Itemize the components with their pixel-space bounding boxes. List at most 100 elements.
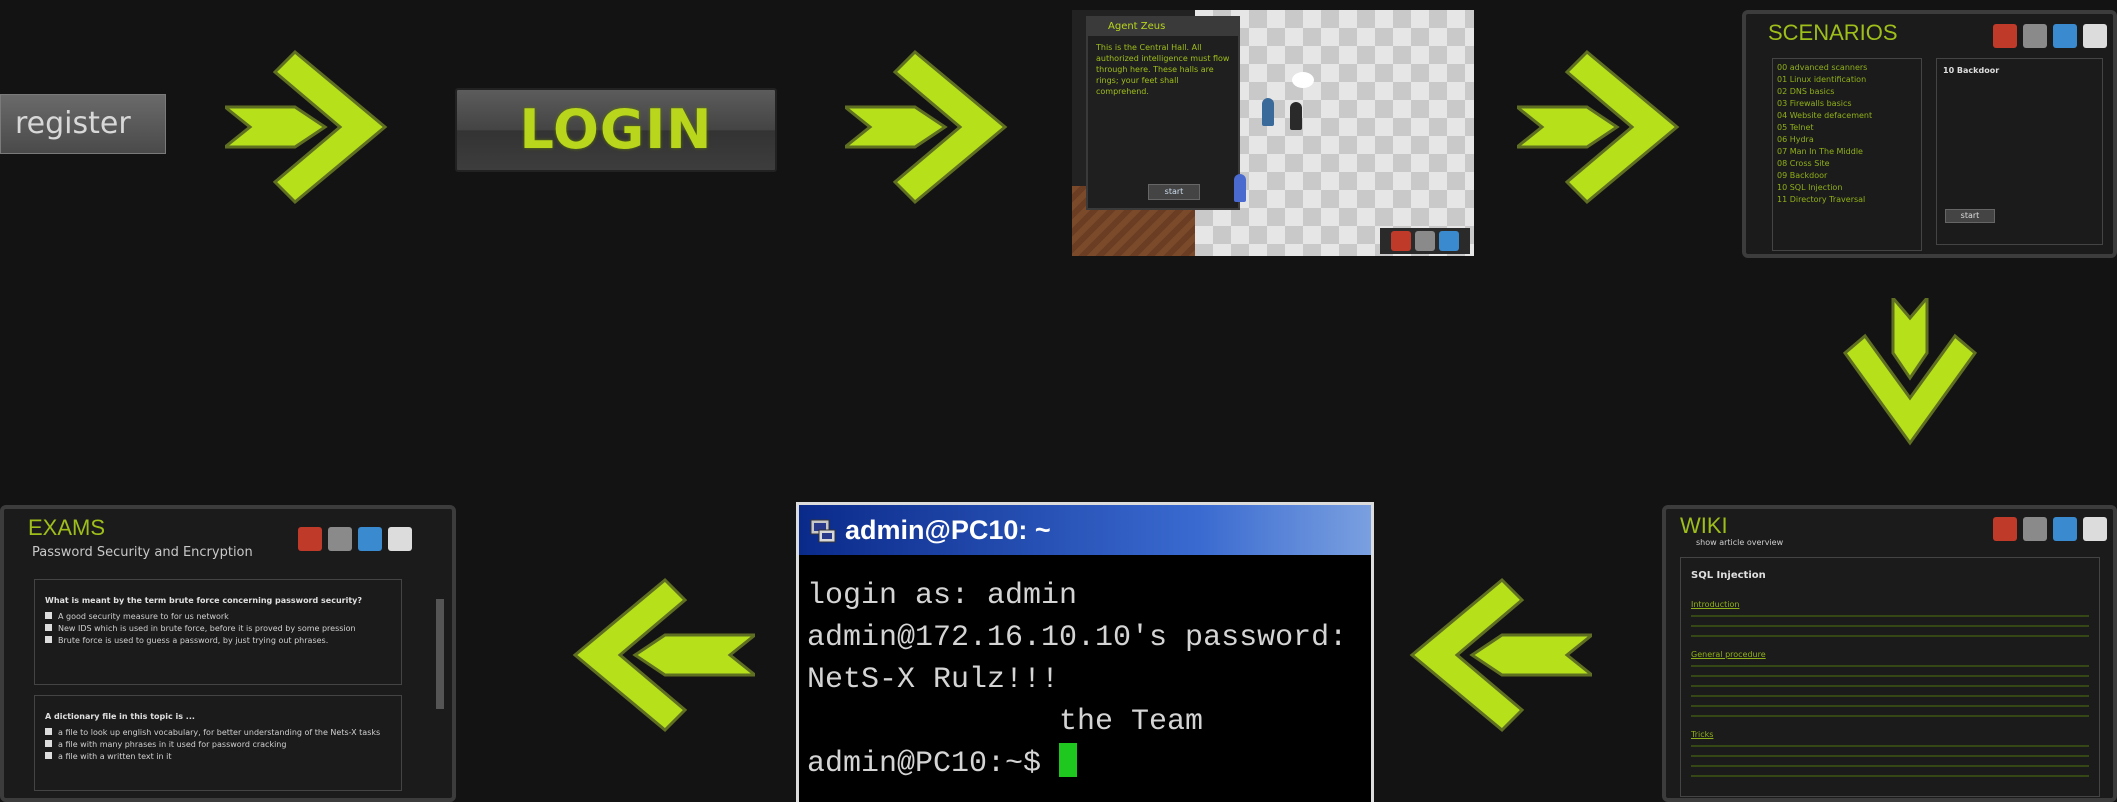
scenario-item[interactable]: 00 advanced scanners: [1777, 62, 1917, 74]
putty-icon: [810, 519, 836, 543]
question-text: A dictionary file in this topic is ...: [45, 712, 195, 721]
wiki-icon[interactable]: [1439, 231, 1459, 251]
dialog-start-button[interactable]: start: [1148, 184, 1200, 200]
wiki-section-heading: General procedure: [1691, 650, 1766, 659]
exam-question-1: What is meant by the term brute force co…: [34, 579, 402, 685]
wiki-section-heading: Tricks: [1691, 730, 1714, 739]
right-arrow-icon: [845, 42, 1015, 212]
down-arrow-icon: [1835, 298, 1985, 448]
scenario-item[interactable]: 04 Website defacement: [1777, 110, 1917, 122]
notes-icon[interactable]: [2083, 24, 2107, 48]
wiki-icon[interactable]: [2053, 517, 2077, 541]
wiki-text-block: [1691, 611, 2089, 641]
terminal-prompt-line: admin@PC10:~$: [799, 743, 1371, 785]
checkbox[interactable]: [45, 612, 52, 619]
scenario-item[interactable]: 09 Backdoor: [1777, 170, 1917, 182]
agent-avatar-icon: [1262, 98, 1274, 126]
scenario-detail-title: 10 Backdoor: [1943, 66, 2000, 75]
checkbox[interactable]: [45, 636, 52, 643]
right-arrow-icon: [1517, 42, 1687, 212]
agents-icon[interactable]: [1391, 231, 1411, 251]
terminal-line: login as: admin: [807, 579, 1078, 613]
exams-subtitle: Password Security and Encryption: [32, 545, 253, 560]
checkbox[interactable]: [45, 728, 52, 735]
wiki-article-heading: SQL Injection: [1691, 570, 1766, 581]
question-text: What is meant by the term brute force co…: [45, 596, 363, 605]
answer-option[interactable]: New IDS which is used in brute force, be…: [45, 623, 391, 635]
agent-dialog-title: Agent Zeus: [1088, 18, 1238, 36]
scenarios-title: SCENARIOS: [1768, 20, 1898, 45]
scenario-list: 00 advanced scanners 01 Linux identifica…: [1772, 58, 1922, 251]
notes-icon[interactable]: [388, 527, 412, 551]
wiki-icon[interactable]: [2053, 24, 2077, 48]
terminal-line: the Team: [807, 705, 1204, 739]
exams-panel: EXAMS Password Security and Encryption W…: [0, 505, 456, 802]
left-arrow-icon: [565, 570, 755, 740]
speech-bubble-icon: [1292, 72, 1314, 88]
agent-dialog: Agent Zeus This is the Central Hall. All…: [1086, 16, 1240, 210]
scenario-item[interactable]: 02 DNS basics: [1777, 86, 1917, 98]
computer-icon[interactable]: [328, 527, 352, 551]
game-world-screenshot: Agent Zeus This is the Central Hall. All…: [1072, 10, 1474, 256]
answer-label: New IDS which is used in brute force, be…: [58, 624, 356, 633]
exams-scrollbar[interactable]: [436, 599, 444, 709]
wiki-title: WIKI: [1680, 513, 1728, 538]
wiki-overview-link[interactable]: show article overview: [1696, 537, 1783, 549]
answer-label: a file with many phrases in it used for …: [58, 740, 287, 749]
scenario-item[interactable]: 01 Linux identification: [1777, 74, 1917, 86]
checkbox[interactable]: [45, 624, 52, 631]
game-dock: [1380, 228, 1470, 254]
agents-icon[interactable]: [1993, 517, 2017, 541]
answer-option[interactable]: A good security measure to for us networ…: [45, 611, 391, 623]
terminal-line: admin@172.16.10.10's password:: [807, 621, 1348, 655]
scenario-item[interactable]: 08 Cross Site: [1777, 158, 1917, 170]
exams-toolbar: [298, 527, 412, 551]
answer-label: a file to look up english vocabulary, fo…: [58, 728, 381, 737]
agents-icon[interactable]: [1993, 24, 2017, 48]
answer-option[interactable]: a file with many phrases in it used for …: [45, 739, 391, 751]
wiki-toolbar: [1993, 517, 2107, 541]
terminal-prompt: admin@PC10:~$: [807, 747, 1060, 781]
answer-label: A good security measure to for us networ…: [58, 612, 229, 621]
npc-avatar-icon: [1290, 102, 1302, 130]
wiki-text-block: [1691, 741, 2089, 781]
wiki-icon[interactable]: [358, 527, 382, 551]
notes-icon[interactable]: [2083, 517, 2107, 541]
computer-icon[interactable]: [2023, 517, 2047, 541]
computer-icon[interactable]: [1415, 231, 1435, 251]
checkbox[interactable]: [45, 752, 52, 759]
answer-option[interactable]: a file with a written text in it: [45, 751, 391, 763]
checkbox[interactable]: [45, 740, 52, 747]
computer-icon[interactable]: [2023, 24, 2047, 48]
ssh-terminal-window: admin@PC10: ~ login as: admin admin@172.…: [796, 502, 1374, 802]
scenario-item[interactable]: 11 Directory Traversal: [1777, 194, 1917, 206]
scenario-start-button[interactable]: start: [1945, 209, 1995, 223]
wiki-panel: WIKI show article overview SQL Injection…: [1662, 505, 2117, 802]
terminal-body[interactable]: login as: admin admin@172.16.10.10's pas…: [799, 555, 1371, 785]
terminal-titlebar: admin@PC10: ~: [799, 505, 1371, 555]
player-avatar-icon: [1234, 174, 1246, 202]
wiki-text-block: [1691, 661, 2089, 721]
wiki-article: SQL Injection Introduction General proce…: [1680, 557, 2100, 797]
scenario-item[interactable]: 07 Man In The Middle: [1777, 146, 1917, 158]
terminal-line: NetS-X Rulz!!!: [807, 663, 1060, 697]
exams-title: EXAMS: [28, 515, 106, 540]
left-arrow-icon: [1402, 570, 1592, 740]
login-button[interactable]: LOGIN: [455, 88, 777, 172]
answer-option[interactable]: Brute force is used to guess a password,…: [45, 635, 391, 647]
scenario-item[interactable]: 10 SQL Injection: [1777, 182, 1917, 194]
agent-dialog-text: This is the Central Hall. All authorized…: [1096, 43, 1230, 96]
answer-option[interactable]: a file to look up english vocabulary, fo…: [45, 727, 391, 739]
scenarios-toolbar: [1993, 24, 2107, 48]
scenario-item[interactable]: 05 Telnet: [1777, 122, 1917, 134]
scenarios-panel: SCENARIOS 00 advanced scanners 01 Linux …: [1742, 10, 2117, 258]
scenario-item[interactable]: 03 Firewalls basics: [1777, 98, 1917, 110]
scenario-item[interactable]: 06 Hydra: [1777, 134, 1917, 146]
agents-icon[interactable]: [298, 527, 322, 551]
terminal-cursor: [1059, 743, 1078, 777]
register-button[interactable]: register: [0, 94, 166, 154]
answer-label: a file with a written text in it: [58, 752, 172, 761]
wiki-section-heading: Introduction: [1691, 600, 1740, 609]
exam-question-2: A dictionary file in this topic is ... a…: [34, 695, 402, 791]
terminal-title: admin@PC10: ~: [845, 514, 1051, 545]
